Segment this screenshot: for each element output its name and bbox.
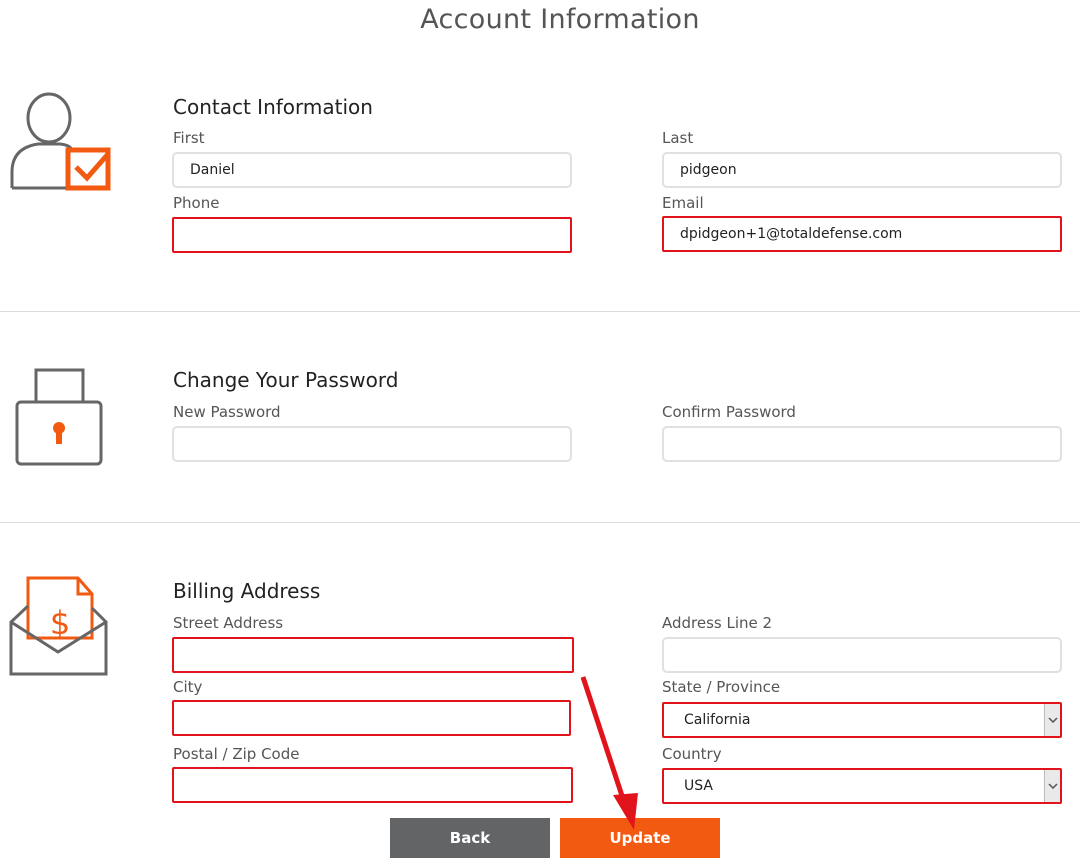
state-label: State / Province	[662, 678, 781, 696]
city-field[interactable]	[172, 700, 571, 736]
billing-envelope-icon: $	[8, 576, 112, 684]
street-address-label: Street Address	[173, 614, 284, 632]
billing-section-title: Billing Address	[173, 579, 321, 603]
chevron-down-icon	[1047, 783, 1058, 789]
update-button[interactable]: Update	[560, 818, 720, 858]
state-select[interactable]: California	[662, 702, 1062, 738]
chevron-down-icon	[1047, 717, 1058, 723]
contact-section-title: Contact Information	[173, 95, 373, 119]
city-label: City	[173, 678, 203, 696]
svg-text:$: $	[50, 604, 70, 642]
zip-field[interactable]	[172, 767, 573, 803]
country-label: Country	[662, 745, 722, 763]
first-name-label: First	[173, 129, 205, 147]
section-divider	[0, 311, 1080, 312]
phone-label: Phone	[173, 194, 220, 212]
back-button[interactable]: Back	[390, 818, 550, 858]
state-dropdown-arrow[interactable]	[1044, 704, 1060, 736]
page-title: Account Information	[420, 4, 700, 35]
state-selected-value: California	[684, 712, 751, 728]
email-field[interactable]: dpidgeon+1@totaldefense.com	[662, 216, 1062, 252]
password-section-title: Change Your Password	[173, 368, 399, 392]
confirm-password-label: Confirm Password	[662, 403, 796, 421]
last-name-field[interactable]: pidgeon	[662, 152, 1062, 188]
street-address-field[interactable]	[172, 637, 574, 673]
email-label: Email	[662, 194, 704, 212]
zip-label: Postal / Zip Code	[173, 745, 300, 763]
phone-field[interactable]	[172, 217, 572, 253]
new-password-field[interactable]	[172, 426, 572, 462]
lock-icon	[14, 366, 106, 474]
country-select[interactable]: USA	[662, 768, 1062, 804]
section-divider	[0, 522, 1080, 523]
address-line2-field[interactable]	[662, 637, 1062, 673]
new-password-label: New Password	[173, 403, 281, 421]
contact-icon	[8, 92, 112, 198]
country-dropdown-arrow[interactable]	[1044, 770, 1060, 802]
first-name-field[interactable]: Daniel	[172, 152, 572, 188]
confirm-password-field[interactable]	[662, 426, 1062, 462]
address-line2-label: Address Line 2	[662, 614, 773, 632]
country-selected-value: USA	[684, 778, 713, 794]
last-name-label: Last	[662, 129, 694, 147]
